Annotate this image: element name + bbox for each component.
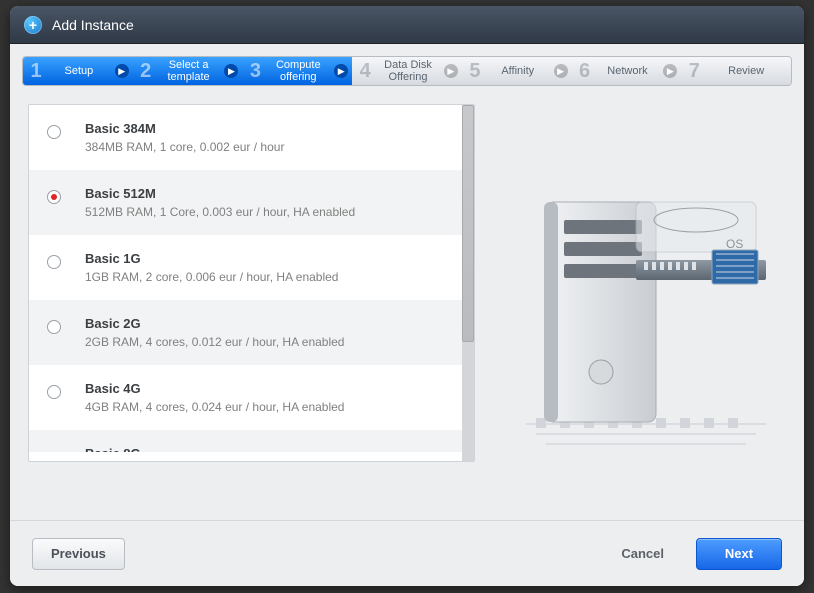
offering-option[interactable]: Basic 384M 384MB RAM, 1 core, 0.002 eur … [29, 105, 462, 170]
window-title: Add Instance [52, 17, 134, 33]
titlebar: + Add Instance [10, 6, 804, 44]
offering-desc: 1GB RAM, 2 core, 0.006 eur / hour, HA en… [85, 270, 338, 284]
compute-offering-list: Basic 384M 384MB RAM, 1 core, 0.002 eur … [28, 104, 475, 462]
os-label: OS [726, 237, 743, 251]
offering-option[interactable]: Basic 8G [29, 430, 462, 452]
offering-name: Basic 512M [85, 186, 355, 201]
chevron-right-icon: ▶ [224, 64, 238, 78]
offering-desc: 384MB RAM, 1 core, 0.002 eur / hour [85, 140, 284, 154]
offering-desc: 512MB RAM, 1 Core, 0.003 eur / hour, HA … [85, 205, 355, 219]
step-label: Affinity [488, 65, 554, 77]
radio-icon[interactable] [47, 320, 61, 334]
step-number: 3 [242, 60, 268, 83]
step-label: Select a template [159, 59, 225, 83]
chevron-right-icon: ▶ [444, 64, 458, 78]
step-label: Compute offering [268, 59, 334, 83]
chevron-right-icon: ▶ [334, 64, 348, 78]
step-label: Data Disk Offering [378, 59, 444, 83]
offering-name: Basic 384M [85, 121, 284, 136]
step-review[interactable]: 7 Review [681, 57, 791, 85]
step-number: 7 [681, 60, 707, 83]
radio-icon[interactable] [47, 190, 61, 204]
offering-option[interactable]: Basic 4G 4GB RAM, 4 cores, 0.024 eur / h… [29, 365, 462, 430]
step-number: 1 [23, 60, 49, 83]
step-label: Network [598, 65, 664, 77]
cancel-button[interactable]: Cancel [603, 538, 682, 570]
step-number: 6 [572, 60, 598, 83]
step-label: Setup [49, 65, 115, 77]
offering-option[interactable]: Basic 512M 512MB RAM, 1 Core, 0.003 eur … [29, 170, 462, 235]
offering-name: Basic 8G [85, 446, 141, 452]
offering-desc: 2GB RAM, 4 cores, 0.012 eur / hour, HA e… [85, 335, 344, 349]
step-select-template[interactable]: 2 Select a template ▶ [133, 57, 243, 85]
step-number: 2 [133, 60, 159, 83]
chevron-right-icon: ▶ [663, 64, 677, 78]
offering-name: Basic 1G [85, 251, 338, 266]
radio-icon[interactable] [47, 255, 61, 269]
offering-desc: 4GB RAM, 4 cores, 0.024 eur / hour, HA e… [85, 400, 344, 414]
scrollbar[interactable] [462, 105, 474, 461]
wizard-steps: 1 Setup ▶ 2 Select a template ▶ 3 Comput… [22, 56, 792, 86]
offering-option[interactable]: Basic 1G 1GB RAM, 2 core, 0.006 eur / ho… [29, 235, 462, 300]
step-data-disk-offering[interactable]: 4 Data Disk Offering ▶ [352, 57, 462, 85]
offering-option[interactable]: Basic 2G 2GB RAM, 4 cores, 0.012 eur / h… [29, 300, 462, 365]
step-affinity[interactable]: 5 Affinity ▶ [462, 57, 572, 85]
offering-name: Basic 2G [85, 316, 344, 331]
offering-name: Basic 4G [85, 381, 344, 396]
chevron-right-icon: ▶ [115, 64, 129, 78]
step-setup[interactable]: 1 Setup ▶ [23, 57, 133, 85]
step-label: Review [707, 65, 791, 77]
next-button[interactable]: Next [696, 538, 782, 570]
add-instance-wizard: + Add Instance 1 Setup ▶ 2 Select a temp… [10, 6, 804, 586]
step-network[interactable]: 6 Network ▶ [572, 57, 682, 85]
step-compute-offering[interactable]: 3 Compute offering ▶ [242, 57, 352, 85]
server-illustration: OS [505, 104, 786, 520]
step-number: 4 [352, 60, 378, 83]
plus-icon: + [24, 16, 42, 34]
scrollbar-thumb[interactable] [462, 105, 474, 342]
chevron-right-icon: ▶ [554, 64, 568, 78]
wizard-footer: Previous Cancel Next [10, 520, 804, 586]
radio-icon[interactable] [47, 385, 61, 399]
step-number: 5 [462, 60, 488, 83]
radio-icon[interactable] [47, 125, 61, 139]
previous-button[interactable]: Previous [32, 538, 125, 570]
